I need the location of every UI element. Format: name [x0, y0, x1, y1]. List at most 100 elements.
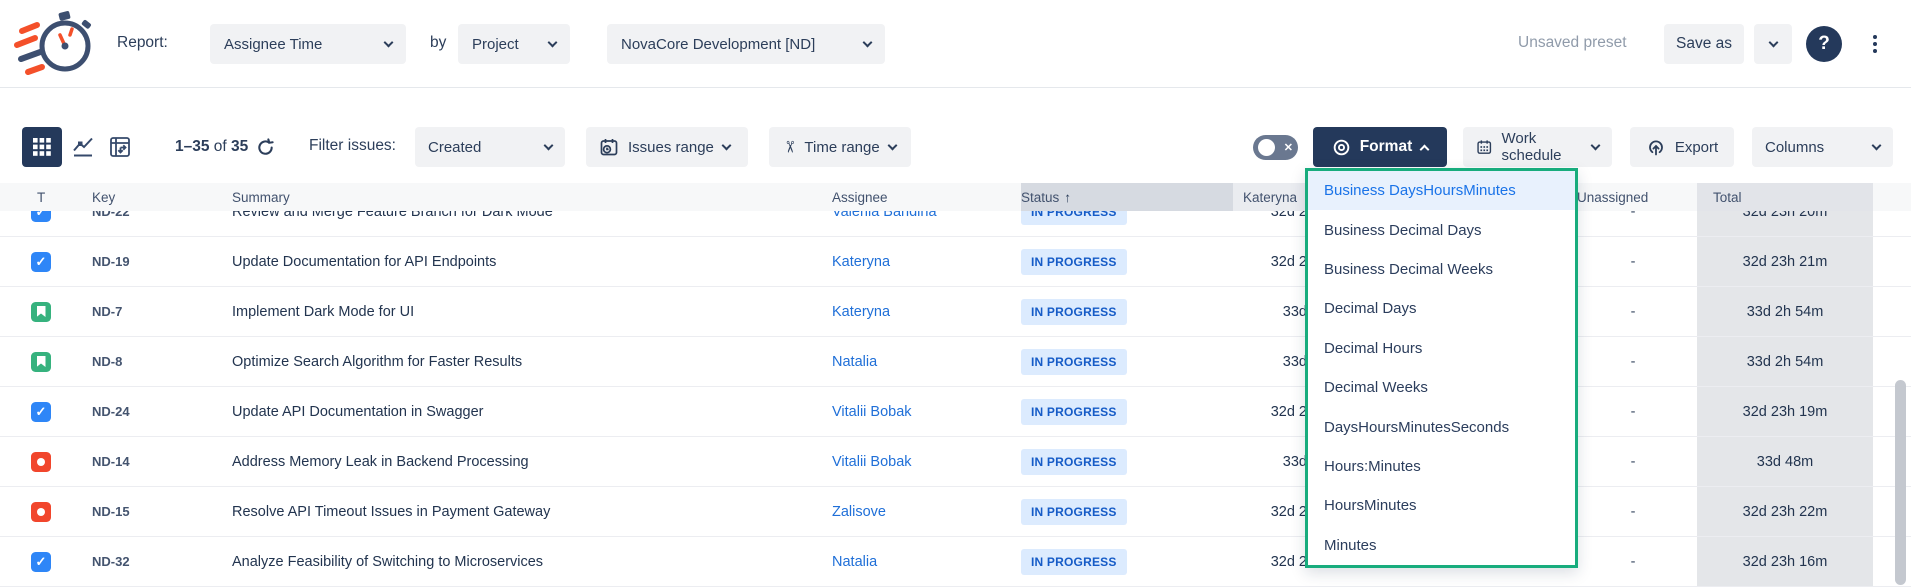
chevron-down-icon	[384, 38, 394, 48]
issue-type-icon	[31, 402, 51, 422]
kateryna-time-value: 33d	[1283, 304, 1307, 320]
report-type-dropdown[interactable]: Assignee Time	[210, 24, 406, 64]
kateryna-time-value: 32d 2	[1271, 554, 1307, 570]
format-menu-item[interactable]: DaysHoursMinutesSeconds	[1308, 407, 1575, 446]
total-time-cell: 32d 23h 21m	[1697, 237, 1873, 286]
issue-key-cell: ND-22	[85, 211, 225, 236]
pivot-view-button[interactable]	[100, 127, 140, 167]
format-menu-item[interactable]: Minutes	[1308, 526, 1575, 565]
assignee-link[interactable]: Kateryna	[832, 254, 890, 270]
issue-summary: Optimize Search Algorithm for Faster Res…	[232, 354, 522, 370]
save-as-menu-button[interactable]	[1754, 24, 1792, 64]
help-button[interactable]: ?	[1806, 26, 1842, 62]
issue-summary: Update API Documentation in Swagger	[232, 404, 483, 420]
issue-type-icon	[31, 552, 51, 572]
format-menu-item[interactable]: Decimal Days	[1308, 289, 1575, 328]
assignee-link[interactable]: Kateryna	[832, 304, 890, 320]
kateryna-time-value: 32d 2	[1271, 254, 1307, 270]
group-by-value: Project	[472, 36, 519, 53]
pagination-info: 1–35 of 35	[175, 127, 275, 167]
issue-type-icon	[31, 211, 51, 222]
issues-range-label: Issues range	[628, 139, 714, 156]
assignee-time-report-screen: Report: Assignee Time by Project NovaCor…	[0, 0, 1911, 588]
toggle-knob	[1258, 139, 1275, 156]
row-right-strip	[1873, 287, 1911, 336]
table-row: ND-24 Update API Documentation in Swagge…	[0, 387, 1911, 437]
issue-key-cell: ND-7	[85, 287, 225, 336]
assignee-link[interactable]: Zalisove	[832, 504, 886, 520]
assignee-link[interactable]: Natalia	[832, 554, 877, 570]
issue-type-icon	[31, 352, 51, 372]
issue-key-cell: ND-8	[85, 337, 225, 386]
unassigned-time-cell: -	[1569, 287, 1697, 336]
total-time-cell: 33d 2h 54m	[1697, 287, 1873, 336]
kateryna-time-value: 32d 2	[1271, 404, 1307, 420]
issues-range-dropdown[interactable]: Issues range	[586, 127, 748, 167]
column-header-assignee[interactable]: Assignee	[832, 183, 1021, 211]
work-schedule-label: Work schedule	[1501, 130, 1583, 164]
filter-field-value: Created	[428, 139, 481, 156]
format-menu: Business DaysHoursMinutesBusiness Decima…	[1305, 168, 1578, 568]
total-time-value: 33d 2h 54m	[1747, 354, 1824, 370]
refresh-icon[interactable]	[256, 138, 275, 157]
columns-dropdown[interactable]: Columns	[1752, 127, 1893, 167]
format-menu-item[interactable]: Decimal Weeks	[1308, 368, 1575, 407]
assignee-cell: Kateryna	[832, 237, 1021, 286]
assignee-link[interactable]: Vitalii Bobak	[832, 454, 912, 470]
table-row: ND-19 Update Documentation for API Endpo…	[0, 237, 1911, 287]
assignee-cell: Valeriia Bandina	[832, 211, 1021, 236]
more-options-button[interactable]	[1858, 26, 1892, 62]
time-range-dropdown[interactable]: ✂ Time range	[769, 127, 911, 167]
group-by-dropdown[interactable]: Project	[458, 24, 570, 64]
issue-type-icon	[31, 252, 51, 272]
pagination-total: 35	[231, 138, 248, 155]
issue-key-cell: ND-19	[85, 237, 225, 286]
table-header: T Key Summary Assignee Status ↑ Kateryna…	[0, 183, 1911, 211]
assignee-cell: Zalisove	[832, 487, 1021, 536]
format-button[interactable]: Format	[1313, 127, 1447, 167]
assignee-cell: Vitalii Bobak	[832, 387, 1021, 436]
unassigned-time-value: -	[1631, 211, 1636, 220]
format-menu-item[interactable]: Decimal Hours	[1308, 329, 1575, 368]
total-time-value: 32d 23h 21m	[1743, 254, 1828, 270]
column-header-unassigned: Unassigned	[1569, 183, 1697, 211]
save-as-button[interactable]: Save as	[1664, 24, 1744, 64]
time-range-label: Time range	[804, 139, 879, 156]
row-right-strip	[1873, 337, 1911, 386]
issue-key-cell: ND-24	[85, 387, 225, 436]
table-view-button[interactable]	[22, 127, 62, 167]
format-menu-item[interactable]: Hours:Minutes	[1308, 447, 1575, 486]
column-header-status[interactable]: Status ↑	[1021, 183, 1233, 211]
pagination-of: of	[214, 138, 227, 155]
unassigned-time-value: -	[1631, 404, 1636, 420]
filter-field-dropdown[interactable]: Created	[415, 127, 565, 167]
column-header-key[interactable]: Key	[85, 183, 225, 211]
project-dropdown[interactable]: NovaCore Development [ND]	[607, 24, 885, 64]
total-time-value: 32d 23h 20m	[1743, 211, 1828, 220]
assignee-link[interactable]: Vitalii Bobak	[832, 404, 912, 420]
status-badge: IN PROGRESS	[1021, 499, 1127, 525]
format-menu-item[interactable]: Business Decimal Days	[1308, 210, 1575, 249]
issue-summary-cell: Resolve API Timeout Issues in Payment Ga…	[225, 487, 832, 536]
work-schedule-dropdown[interactable]: Work schedule	[1463, 127, 1612, 167]
format-menu-item[interactable]: Business DaysHoursMinutes	[1308, 171, 1575, 210]
issue-type-icon	[31, 452, 51, 472]
unassigned-time-cell: -	[1569, 387, 1697, 436]
column-header-type[interactable]: T	[0, 183, 85, 211]
issue-type-cell	[0, 387, 85, 436]
format-toggle[interactable]: ✕	[1253, 135, 1298, 160]
format-menu-item[interactable]: HoursMinutes	[1308, 486, 1575, 525]
by-label: by	[430, 34, 446, 52]
chart-view-button[interactable]	[63, 127, 103, 167]
column-header-summary[interactable]: Summary	[225, 183, 832, 211]
grid-icon	[33, 138, 51, 156]
export-button[interactable]: Export	[1630, 127, 1734, 167]
vertical-scrollbar-thumb[interactable]	[1895, 380, 1906, 585]
assignee-link[interactable]: Valeriia Bandina	[832, 211, 937, 220]
line-chart-icon	[71, 135, 95, 159]
status-badge: IN PROGRESS	[1021, 449, 1127, 475]
format-menu-item[interactable]: Business Decimal Weeks	[1308, 250, 1575, 289]
assignee-link[interactable]: Natalia	[832, 354, 877, 370]
issue-summary: Review and Merge Feature Branch for Dark…	[232, 211, 553, 220]
status-badge: IN PROGRESS	[1021, 211, 1127, 225]
